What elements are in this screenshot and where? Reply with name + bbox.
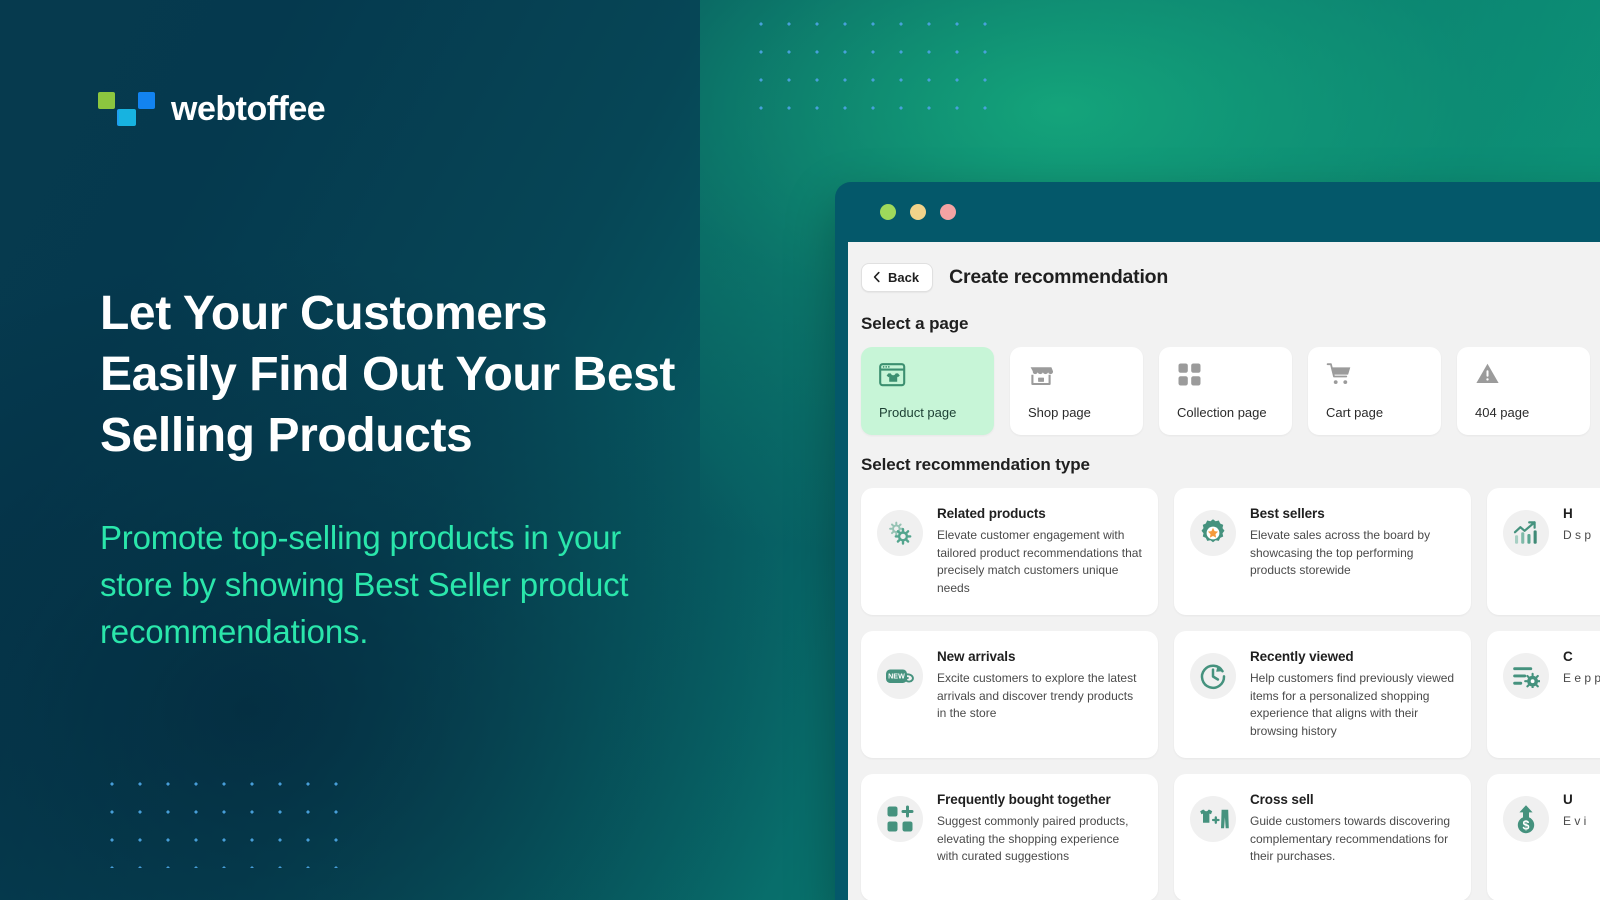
type-card-title: Cross sell	[1250, 792, 1314, 807]
trending-chart-icon	[1503, 510, 1549, 556]
traffic-light-yellow-icon[interactable]	[910, 204, 926, 220]
type-card-title: Frequently bought together	[937, 792, 1111, 807]
page-card-collection-page[interactable]: Collection page	[1159, 347, 1292, 435]
headline-line-3: Selling Products	[100, 409, 473, 462]
type-card-title: Recently viewed	[1250, 649, 1354, 664]
type-card-upsell[interactable]: $ U E v i	[1487, 774, 1600, 900]
type-card-title: New arrivals	[937, 649, 1016, 664]
browser-title-bar	[835, 182, 1600, 242]
type-card-recently-viewed[interactable]: Recently viewed Help customers find prev…	[1174, 631, 1471, 758]
page-title: Create recommendation	[949, 265, 1169, 288]
chevron-left-icon	[872, 271, 882, 283]
type-card-description: E v i	[1563, 814, 1587, 828]
page-card-label: Product page	[879, 405, 957, 420]
traffic-light-green-icon[interactable]	[880, 204, 896, 220]
type-card-description: D s p	[1563, 528, 1592, 542]
back-button[interactable]: Back	[861, 262, 934, 292]
grid-plus-icon	[877, 796, 923, 842]
type-card-description: Help customers find previously viewed it…	[1250, 671, 1455, 738]
page-card-shop-page[interactable]: Shop page	[1010, 347, 1143, 435]
page-card-cart-page[interactable]: Cart page	[1308, 347, 1441, 435]
dot-pattern-bottom	[96, 768, 358, 868]
dot-pattern-top	[745, 8, 1007, 134]
type-card-title: C	[1563, 649, 1573, 664]
type-card-description: Guide customers towards discovering comp…	[1250, 814, 1451, 863]
page-card-label: Shop page	[1028, 405, 1091, 420]
type-card-title: Best sellers	[1250, 506, 1325, 521]
type-card-description: Elevate sales across the board by showca…	[1250, 528, 1431, 577]
webtoffee-logo[interactable]: webtoffee	[98, 90, 326, 128]
gears-icon	[877, 510, 923, 556]
page-headline: Let Your Customers Easily Find Out Your …	[100, 283, 760, 466]
type-card-title: H	[1563, 506, 1573, 521]
headline-line-2: Easily Find Out Your Best	[100, 348, 676, 401]
type-card-description: Suggest commonly paired products, elevat…	[937, 814, 1129, 863]
back-button-label: Back	[888, 269, 920, 285]
type-card-custom[interactable]: C E e p p	[1487, 631, 1600, 758]
type-card-best-sellers[interactable]: Best sellers Elevate sales across the bo…	[1174, 488, 1471, 615]
type-card-new-arrivals[interactable]: NEW New arrivals Excite customers to exp…	[861, 631, 1158, 758]
shirt-pants-icon	[1190, 796, 1236, 842]
page-subheadline: Promote top-selling products in your sto…	[100, 519, 629, 650]
app-content: Back Create recommendation Select a page	[848, 242, 1600, 900]
clock-history-icon	[1190, 653, 1236, 699]
type-card-handpicked[interactable]: H D s p	[1487, 488, 1600, 615]
type-card-related-products[interactable]: Related products Elevate customer engage…	[861, 488, 1158, 615]
warning-404-icon	[1475, 362, 1590, 390]
hero-text-block: Let Your Customers Easily Find Out Your …	[100, 283, 760, 655]
svg-text:$: $	[1523, 819, 1530, 833]
page-card-label: 404 page	[1475, 405, 1530, 420]
headline-line-1: Let Your Customers	[100, 287, 548, 340]
type-card-frequently-bought-together[interactable]: Frequently bought together Suggest commo…	[861, 774, 1158, 900]
dollar-up-arrow-icon: $	[1503, 796, 1549, 842]
type-card-title: Related products	[937, 506, 1046, 521]
new-tag-icon: NEW	[877, 653, 923, 699]
product-page-icon	[879, 362, 994, 390]
type-card-title: U	[1563, 792, 1573, 807]
page-card-label: Cart page	[1326, 405, 1384, 420]
shop-page-icon	[1028, 362, 1143, 390]
collection-page-icon	[1177, 362, 1292, 390]
page-card-404-page[interactable]: 404 page	[1457, 347, 1590, 435]
cart-page-icon	[1326, 362, 1441, 390]
page-card-label: Collection page	[1177, 405, 1267, 420]
page-card-product-page[interactable]: Product page	[861, 347, 994, 435]
type-card-description: Elevate customer engagement with tailore…	[937, 528, 1142, 595]
logo-squares-icon	[98, 92, 158, 126]
recommendation-type-list: Related products Elevate customer engage…	[861, 488, 1600, 900]
svg-text:NEW: NEW	[888, 672, 905, 681]
page-card-list: Product page Shop page Collection page C…	[861, 347, 1600, 435]
traffic-light-red-icon[interactable]	[940, 204, 956, 220]
list-settings-icon	[1503, 653, 1549, 699]
hero-banner: webtoffee Let Your Customers Easily Find…	[0, 0, 1600, 900]
select-a-page-heading: Select a page	[861, 314, 969, 333]
star-badge-icon	[1190, 510, 1236, 556]
browser-mockup: Back Create recommendation Select a page	[835, 182, 1600, 900]
select-recommendation-type-heading: Select recommendation type	[861, 455, 1090, 474]
type-card-description: E e p p	[1563, 671, 1600, 685]
app-topbar: Back Create recommendation	[861, 260, 1600, 294]
type-card-cross-sell[interactable]: Cross sell Guide customers towards disco…	[1174, 774, 1471, 900]
logo-wordmark: webtoffee	[171, 90, 326, 128]
type-card-description: Excite customers to explore the latest a…	[937, 671, 1137, 720]
